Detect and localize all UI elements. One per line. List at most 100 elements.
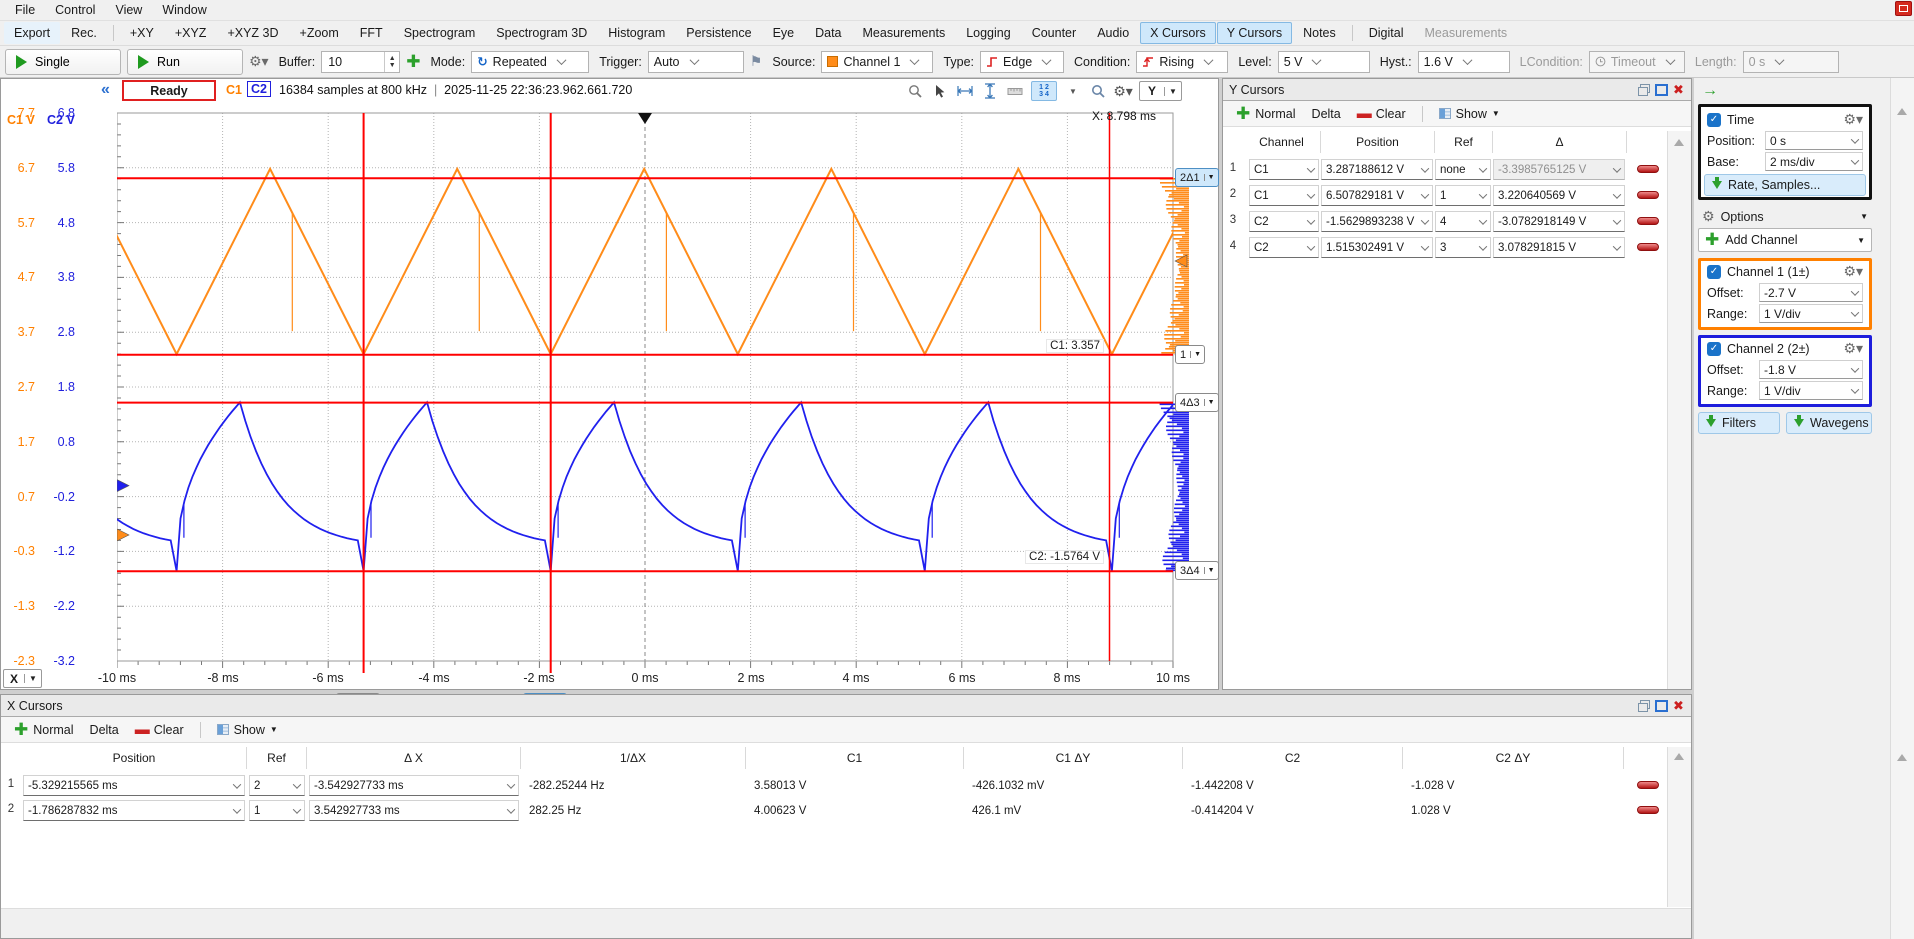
single-button[interactable]: Single [5, 49, 121, 75]
close-icon[interactable]: ✖ [1672, 84, 1685, 96]
viewbar--xyz[interactable]: +XYZ [165, 22, 217, 44]
viewbar-data[interactable]: Data [805, 22, 851, 44]
position-field[interactable]: -1.786287832 ms [23, 800, 245, 821]
position-field[interactable]: -1.5629893238 V [1321, 211, 1433, 232]
fit-width-icon[interactable] [956, 82, 974, 100]
y-cursor-flag-2[interactable]: 1▼ [1175, 345, 1205, 364]
sidebar-scrollbar[interactable] [1890, 78, 1914, 939]
ref-select[interactable]: 1 [249, 800, 305, 821]
channel-select[interactable]: C1 [1249, 185, 1319, 206]
y-add-delta-button[interactable]: Delta [1307, 105, 1346, 123]
app-badge-icon[interactable] [1895, 1, 1912, 16]
plot-area[interactable]: C1 V C2 V X: 8.798 ms C1: 3.357 C2: -1.5… [1, 103, 1220, 691]
viewbar-spectrogram[interactable]: Spectrogram [394, 22, 486, 44]
options-row[interactable]: ⚙ Options ▼ [1696, 206, 1874, 227]
maximize-icon[interactable] [1655, 84, 1668, 96]
position-field[interactable]: 6.507829181 V [1321, 185, 1433, 206]
zoom-icon[interactable] [1089, 82, 1107, 100]
x-clear-button[interactable]: ▬Clear [130, 719, 189, 740]
menu-control[interactable]: Control [46, 1, 104, 19]
channel1-header[interactable]: ✓ Channel 1 (1±) ⚙▾ [1701, 261, 1869, 282]
position-field[interactable]: 3.287188612 V [1321, 159, 1433, 180]
c1-badge[interactable]: C1 [223, 82, 245, 98]
ref-select[interactable]: 4 [1435, 211, 1491, 232]
scroll-up-icon[interactable] [1897, 108, 1907, 115]
time-position-select[interactable]: 0 s [1765, 131, 1863, 150]
gear-icon[interactable]: ⚙▾ [1114, 82, 1132, 100]
dropdown-arrow-icon[interactable]: ▼ [1064, 82, 1082, 100]
remove-cursor-button[interactable] [1637, 781, 1659, 789]
channel1-gear-icon[interactable]: ⚙▾ [1843, 263, 1863, 280]
time-header[interactable]: ✓ Time ⚙▾ [1701, 109, 1869, 130]
viewbar-rec-[interactable]: Rec. [61, 22, 107, 44]
length-select[interactable]: 0 s [1743, 51, 1839, 73]
delta-field[interactable]: 3.220640569 V [1493, 185, 1625, 206]
viewbar-logging[interactable]: Logging [956, 22, 1021, 44]
channel2-checkbox[interactable]: ✓ [1707, 342, 1721, 356]
close-icon[interactable]: ✖ [1672, 700, 1685, 712]
rate-samples-button[interactable]: Rate, Samples... [1704, 174, 1866, 196]
channel-select[interactable]: C2 [1249, 211, 1319, 232]
lcondition-select[interactable]: Timeout [1589, 51, 1685, 73]
add-channel-button[interactable]: ✚ Add Channel ▼ [1698, 228, 1872, 252]
delta-field[interactable]: -3.0782918149 V [1493, 211, 1625, 232]
level-select[interactable]: 5 V [1278, 51, 1370, 73]
remove-cursor-button[interactable] [1637, 243, 1659, 251]
remove-cursor-button[interactable] [1637, 191, 1659, 199]
channel2-offset-select[interactable]: -1.8 V [1759, 360, 1863, 379]
viewbar-y-cursors[interactable]: Y Cursors [1217, 22, 1292, 44]
channel2-range-select[interactable]: 1 V/div [1759, 381, 1863, 400]
x-add-delta-button[interactable]: Delta [85, 721, 124, 739]
viewbar-audio[interactable]: Audio [1087, 22, 1139, 44]
ref-select[interactable]: none [1435, 159, 1491, 180]
menu-file[interactable]: File [6, 1, 44, 19]
y-show-button[interactable]: Show▼ [1434, 105, 1505, 123]
time-base-select[interactable]: 2 ms/div [1765, 152, 1863, 171]
channel1-range-select[interactable]: 1 V/div [1759, 304, 1863, 323]
channel1-ground-marker[interactable] [117, 529, 129, 541]
condition-select[interactable]: Rising [1136, 51, 1228, 73]
multi-scale-button[interactable]: 1 23 4 [1031, 81, 1057, 101]
y-cursors-titlebar[interactable]: Y Cursors ✖ [1223, 79, 1691, 101]
viewbar-spectrogram-3d[interactable]: Spectrogram 3D [486, 22, 597, 44]
y-add-normal-button[interactable]: ✚Normal [1231, 102, 1301, 126]
channel2-gear-icon[interactable]: ⚙▾ [1843, 340, 1863, 357]
maximize-icon[interactable] [1655, 700, 1668, 712]
ruler-icon[interactable] [1006, 82, 1024, 100]
x-axis-selector[interactable]: X▼ [3, 669, 42, 688]
position-field[interactable]: -5.329215565 ms [23, 775, 245, 796]
flag-dropdown-icon[interactable]: ▼ [1204, 567, 1218, 574]
ref-select[interactable]: 3 [1435, 237, 1491, 258]
viewbar-x-cursors[interactable]: X Cursors [1140, 22, 1216, 44]
flag-dropdown-icon[interactable]: ▼ [1204, 174, 1218, 181]
buffer-spinner-arrows[interactable]: ▲▼ [384, 52, 399, 72]
x-table-scrollbar[interactable] [1667, 747, 1691, 907]
buffer-input[interactable]: 10 ▲▼ [321, 51, 400, 73]
viewbar--xyz-3d[interactable]: +XYZ 3D [217, 22, 288, 44]
expand-right-icon[interactable]: → [1702, 82, 1718, 100]
x-add-normal-button[interactable]: ✚Normal [9, 718, 79, 742]
channel2-header[interactable]: ✓ Channel 2 (2±) ⚙▾ [1701, 338, 1869, 359]
y-axis-selector[interactable]: Y▼ [1139, 81, 1182, 101]
flag-dropdown-icon[interactable]: ▼ [1190, 351, 1204, 358]
viewbar--zoom[interactable]: +Zoom [290, 22, 349, 44]
y-table-scrollbar[interactable] [1667, 131, 1691, 689]
remove-cursor-button[interactable] [1637, 165, 1659, 173]
viewbar-digital[interactable]: Digital [1359, 22, 1414, 44]
fit-height-icon[interactable] [981, 82, 999, 100]
buffer-gear-icon[interactable]: ⚙▾ [249, 53, 269, 70]
trigger-select[interactable]: Auto [648, 51, 744, 73]
delta-field[interactable]: 3.078291815 V [1493, 237, 1625, 258]
channel1-offset-select[interactable]: -2.7 V [1759, 283, 1863, 302]
source-select[interactable]: Channel 1 [821, 51, 933, 73]
x-cursors-titlebar[interactable]: X Cursors ✖ [1, 695, 1691, 717]
mode-select[interactable]: ↻ Repeated [471, 51, 589, 73]
time-checkbox[interactable]: ✓ [1707, 113, 1721, 127]
c2-badge[interactable]: C2 [247, 81, 271, 97]
viewbar-persistence[interactable]: Persistence [676, 22, 761, 44]
delta-x-field[interactable]: 3.542927733 ms [309, 800, 519, 821]
channel1-checkbox[interactable]: ✓ [1707, 265, 1721, 279]
channel-select[interactable]: C1 [1249, 159, 1319, 180]
viewbar-histogram[interactable]: Histogram [598, 22, 675, 44]
menu-view[interactable]: View [106, 1, 151, 19]
